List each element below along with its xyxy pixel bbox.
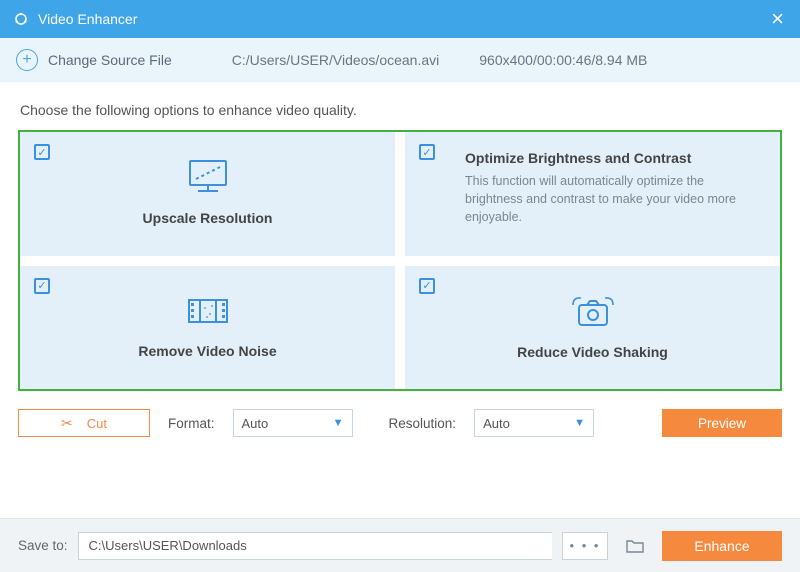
checkbox-upscale[interactable]: ✓ — [34, 144, 50, 160]
save-to-label: Save to: — [18, 538, 68, 553]
enhance-button[interactable]: Enhance — [662, 531, 782, 561]
bottom-bar: Save to: C:\Users\USER\Downloads • • • E… — [0, 518, 800, 572]
resolution-select[interactable]: Auto ▼ — [474, 409, 594, 437]
app-icon — [12, 10, 30, 28]
instruction-text: Choose the following options to enhance … — [0, 82, 800, 130]
filmstrip-icon — [183, 292, 233, 333]
chevron-down-icon: ▼ — [574, 417, 585, 429]
option-title: Optimize Brightness and Contrast — [465, 150, 762, 166]
option-title: Upscale Resolution — [143, 210, 273, 226]
enhance-label: Enhance — [694, 538, 749, 554]
option-upscale-resolution[interactable]: ✓ Upscale Resolution — [20, 132, 395, 256]
cut-label: Cut — [87, 416, 107, 431]
change-source-button[interactable]: Change Source File — [48, 52, 172, 68]
preview-button[interactable]: Preview — [662, 409, 782, 437]
format-select[interactable]: Auto ▼ — [233, 409, 353, 437]
browse-button[interactable]: • • • — [562, 532, 608, 560]
resolution-value: Auto — [483, 416, 510, 431]
option-brightness-contrast[interactable]: ✓ Optimize Brightness and Contrast This … — [405, 132, 780, 256]
app-title: Video Enhancer — [38, 11, 767, 27]
save-path-text: C:\Users\USER\Downloads — [89, 538, 247, 553]
scissors-icon: ✂ — [61, 415, 73, 432]
chevron-down-icon: ▼ — [333, 417, 344, 429]
option-reduce-shaking[interactable]: ✓ Reduce Video Shaking — [405, 266, 780, 390]
close-icon[interactable]: × — [767, 6, 788, 32]
preview-label: Preview — [698, 416, 746, 431]
source-info: 960x400/00:00:46/8.94 MB — [479, 52, 647, 68]
open-folder-button[interactable] — [618, 532, 652, 560]
checkbox-shaking[interactable]: ✓ — [419, 278, 435, 294]
checkbox-noise[interactable]: ✓ — [34, 278, 50, 294]
cut-button[interactable]: ✂ Cut — [18, 409, 150, 437]
titlebar: Video Enhancer × — [0, 0, 800, 38]
resolution-label: Resolution: — [389, 416, 457, 431]
source-path: C:/Users/USER/Videos/ocean.avi — [232, 52, 440, 68]
options-grid: ✓ Upscale Resolution ✓ Optimize Brightne… — [18, 130, 782, 391]
source-bar: + Change Source File C:/Users/USER/Video… — [0, 38, 800, 82]
format-value: Auto — [242, 416, 269, 431]
option-remove-noise[interactable]: ✓ Remove Video Noise — [20, 266, 395, 390]
option-title: Remove Video Noise — [138, 343, 276, 359]
option-description: This function will automatically optimiz… — [465, 172, 762, 226]
monitor-icon — [184, 157, 232, 200]
format-label: Format: — [168, 416, 215, 431]
camera-shake-icon — [565, 291, 621, 334]
folder-icon — [625, 538, 645, 554]
save-path-input[interactable]: C:\Users\USER\Downloads — [78, 532, 552, 560]
option-title: Reduce Video Shaking — [517, 344, 668, 360]
checkbox-brightness[interactable]: ✓ — [419, 144, 435, 160]
add-source-icon[interactable]: + — [16, 49, 38, 71]
controls-row: ✂ Cut Format: Auto ▼ Resolution: Auto ▼ … — [0, 391, 800, 437]
